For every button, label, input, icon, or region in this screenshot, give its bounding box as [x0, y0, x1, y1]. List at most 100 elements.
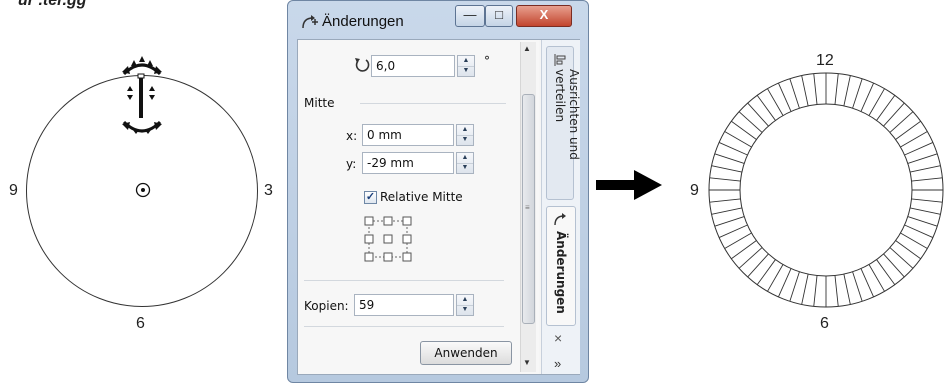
dial-tick	[767, 264, 784, 292]
spin-down-icon[interactable]: ▼	[457, 163, 473, 173]
align-icon	[554, 54, 566, 66]
changes-panel: 6,0 ▲ ▼ ° Mitte x: 0 mm ▲ ▼ y: -29 mm ▲ ▼ ✓…	[298, 40, 539, 374]
dial-tick	[900, 232, 928, 249]
dial-tick	[724, 232, 752, 249]
x-label: x:	[346, 129, 358, 143]
scroll-down-icon[interactable]: ▼	[523, 358, 531, 367]
dialog-title: Änderungen	[322, 13, 404, 30]
maximize-button[interactable]: □	[485, 5, 513, 27]
dial-tick	[714, 153, 745, 164]
spin-down-icon[interactable]: ▼	[458, 66, 474, 76]
dial-tick	[709, 198, 741, 203]
dial-tick	[767, 88, 784, 116]
apply-button[interactable]: Anwenden	[420, 341, 512, 365]
tab-align-distribute[interactable]: Ausrichten und verteilen	[546, 46, 581, 200]
dial-tick	[868, 264, 885, 292]
scroll-up-icon[interactable]: ▲	[523, 44, 531, 53]
dial-tick	[724, 131, 752, 148]
vertical-scrollbar[interactable]: ▲ ≡ ▼	[520, 42, 536, 372]
dial-outer-circle	[708, 72, 944, 308]
docker-tab-strip: Ausrichten und verteilen Änderungen × »	[541, 40, 581, 374]
titlebar[interactable]: Änderungen — □ X	[288, 1, 588, 39]
spin-down-icon[interactable]: ▼	[457, 135, 473, 145]
dial-tick	[813, 73, 818, 105]
section-divider	[360, 103, 506, 104]
dial-tick	[910, 165, 941, 173]
dial-tick	[911, 198, 943, 203]
relative-center-label: Relative Mitte	[380, 190, 463, 204]
right-label-9: 9	[690, 182, 699, 199]
rotation-handles-icon	[122, 56, 162, 134]
tab-changes-label: Änderungen	[554, 231, 568, 314]
y-input[interactable]: -29 mm	[362, 152, 454, 174]
dial-tick	[907, 153, 938, 164]
relative-center-checkbox[interactable]: ✓	[364, 191, 377, 204]
y-spinner[interactable]: ▲ ▼	[456, 152, 474, 174]
x-spinner[interactable]: ▲ ▼	[456, 124, 474, 146]
more-tabs-icon[interactable]: »	[554, 356, 561, 371]
changes-dialog: Änderungen — □ X 6,0 ▲ ▼ ° Mitte x: 0 mm …	[287, 0, 589, 383]
center-target-icon	[135, 182, 151, 198]
x-input[interactable]: 0 mm	[362, 124, 454, 146]
dial-tick	[900, 131, 928, 148]
dial-tick	[910, 207, 941, 215]
dial-tick	[860, 82, 874, 112]
dial-tick	[907, 216, 938, 227]
center-section-label: Mitte	[304, 96, 335, 110]
transform-icon	[554, 213, 566, 226]
right-label-6: 6	[820, 315, 829, 332]
rotation-angle-input[interactable]: 6,0	[371, 55, 455, 77]
dial-tick	[813, 275, 818, 307]
right-dial	[708, 72, 944, 308]
dial-tick	[904, 224, 934, 238]
anchor-grid-icon[interactable]	[364, 216, 414, 264]
cropped-caption: ur .ter.gg	[18, 0, 87, 9]
dial-tick	[904, 142, 934, 156]
dial-tick	[709, 177, 741, 182]
rotate-icon	[355, 58, 370, 72]
tab-changes[interactable]: Änderungen	[546, 206, 576, 326]
dial-tick	[868, 88, 885, 116]
copies-spinner[interactable]: ▲ ▼	[456, 294, 474, 316]
dial-inner-circle	[739, 103, 913, 277]
transform-icon	[300, 12, 318, 30]
arrow-shaft	[596, 180, 636, 190]
dial-tick	[718, 224, 748, 238]
tab-align-label: Ausrichten und verteilen	[553, 69, 581, 160]
divider	[304, 326, 504, 327]
dial-tick	[778, 268, 792, 298]
left-label-9: 9	[9, 182, 18, 199]
copies-label: Kopien:	[304, 299, 349, 313]
divider	[304, 280, 504, 281]
scroll-thumb[interactable]: ≡	[522, 94, 535, 324]
docker-close-icon[interactable]: ×	[554, 330, 562, 346]
dial-tick	[789, 78, 800, 109]
grip-icon: ≡	[525, 203, 530, 212]
dial-tick	[843, 75, 851, 106]
left-label-6: 6	[136, 315, 145, 332]
dial-tick	[852, 78, 863, 109]
dial-tick	[718, 142, 748, 156]
degree-unit: °	[484, 54, 490, 68]
arrow-right-icon	[634, 170, 662, 200]
close-button[interactable]: X	[516, 5, 572, 27]
dial-tick	[778, 82, 792, 112]
minimize-button[interactable]: —	[455, 5, 485, 27]
dialog-client: 6,0 ▲ ▼ ° Mitte x: 0 mm ▲ ▼ y: -29 mm ▲ ▼ ✓…	[297, 39, 581, 375]
dial-tick	[714, 216, 745, 227]
dial-tick	[860, 268, 874, 298]
right-label-12: 12	[816, 52, 834, 69]
dial-tick	[834, 73, 839, 105]
copies-input[interactable]: 59	[354, 294, 454, 316]
dial-tick	[801, 274, 809, 305]
dial-tick	[711, 207, 742, 215]
dial-tick	[843, 274, 851, 305]
dial-tick	[801, 75, 809, 106]
dial-tick	[789, 271, 800, 302]
dial-tick	[911, 177, 943, 182]
dial-tick	[711, 165, 742, 173]
spin-down-icon[interactable]: ▼	[457, 305, 473, 315]
rotation-spinner[interactable]: ▲ ▼	[457, 55, 475, 77]
dial-tick	[852, 271, 863, 302]
dial-tick	[834, 275, 839, 307]
